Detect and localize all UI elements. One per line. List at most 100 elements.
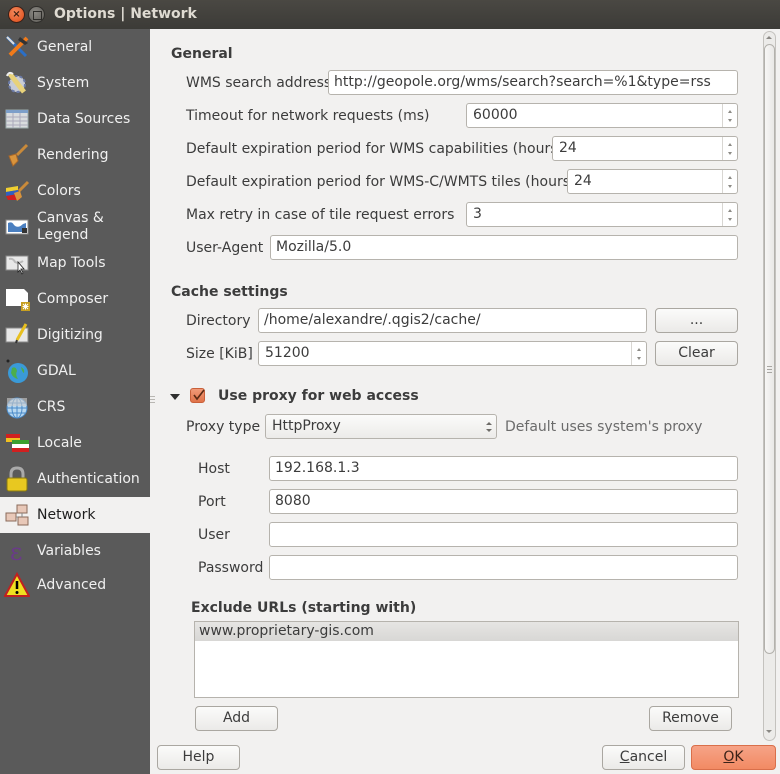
sidebar-item-digitizing[interactable]: Digitizing	[0, 317, 150, 353]
collapse-proxy-icon[interactable]	[170, 394, 180, 400]
proxy-host-input[interactable]: 192.168.1.3	[269, 456, 738, 481]
spin-arrows[interactable]	[722, 104, 737, 127]
network-settings-panel: General WMS search address http://geopol…	[150, 29, 780, 739]
sidebar-item-authentication[interactable]: Authentication	[0, 461, 150, 497]
cancel-button[interactable]: Cancel	[602, 745, 685, 770]
cache-size-spinbox[interactable]: 51200	[258, 341, 647, 366]
proxy-port-label: Port	[198, 494, 226, 510]
wmsc-expiration-spinbox[interactable]: 24	[567, 169, 738, 194]
max-retry-label: Max retry in case of tile request errors	[186, 207, 455, 223]
max-retry-spinbox[interactable]: 3	[466, 202, 738, 227]
maximize-window-button[interactable]	[28, 6, 45, 23]
network-icon	[4, 502, 30, 528]
exclude-urls-list[interactable]: www.proprietary-gis.com	[194, 621, 739, 698]
add-url-button[interactable]: Add	[195, 706, 278, 731]
svg-text:ε: ε	[10, 538, 22, 564]
sidebar-item-gdal[interactable]: GDAL	[0, 353, 150, 389]
crs-globe-icon	[4, 394, 30, 420]
user-agent-input[interactable]: Mozilla/5.0	[270, 235, 738, 260]
hammer-screwdriver-icon	[4, 34, 30, 60]
wms-search-input[interactable]: http://geopole.org/wms/search?search=%1&…	[328, 70, 738, 95]
user-agent-label: User-Agent	[186, 240, 264, 256]
sidebar-item-label: Colors	[37, 182, 81, 199]
sidebar-item-label: GDAL	[37, 362, 76, 379]
browse-directory-button[interactable]: ...	[655, 308, 738, 333]
sidebar-item-composer[interactable]: Composer	[0, 281, 150, 317]
use-proxy-label[interactable]: Use proxy for web access	[218, 388, 419, 404]
cancel-label-rest: ancel	[629, 749, 668, 765]
wms-cap-expiration-value: 24	[559, 140, 577, 156]
wms-search-label: WMS search address	[186, 75, 332, 91]
sidebar-item-label: Canvas & Legend	[37, 210, 104, 243]
gear-wrench-icon	[4, 70, 30, 96]
sidebar-item-data-sources[interactable]: Data Sources	[0, 101, 150, 137]
wms-cap-expiration-spinbox[interactable]: 24	[552, 136, 738, 161]
proxy-port-input[interactable]: 8080	[269, 489, 738, 514]
sidebar-item-colors[interactable]: Colors	[0, 173, 150, 209]
scrollbar-thumb[interactable]	[764, 44, 775, 654]
cancel-mnemonic: C	[619, 749, 630, 765]
help-button[interactable]: Help	[157, 745, 240, 770]
flags-icon	[4, 430, 30, 456]
map-tools-icon	[4, 250, 30, 276]
use-proxy-checkbox[interactable]	[190, 388, 205, 403]
remove-url-button[interactable]: Remove	[649, 706, 732, 731]
sidebar-item-general[interactable]: General	[0, 29, 150, 65]
sidebar-item-map-tools[interactable]: Map Tools	[0, 245, 150, 281]
proxy-host-label: Host	[198, 461, 230, 477]
cache-directory-input[interactable]: /home/alexandre/.qgis2/cache/	[258, 308, 647, 333]
sidebar-item-label: Rendering	[37, 146, 109, 163]
spin-arrows[interactable]	[722, 137, 737, 160]
sidebar-item-rendering[interactable]: Rendering	[0, 137, 150, 173]
cache-size-label: Size [KiB]	[186, 346, 253, 362]
scroll-grip	[767, 366, 772, 375]
wmsc-expiration-value: 24	[574, 173, 592, 189]
scroll-down-icon[interactable]	[766, 730, 772, 733]
sidebar-item-crs[interactable]: CRS	[0, 389, 150, 425]
wms-cap-expiration-label: Default expiration period for WMS capabi…	[186, 141, 563, 157]
composer-icon	[4, 286, 30, 312]
spin-arrows[interactable]	[722, 170, 737, 193]
ok-button[interactable]: OK	[691, 745, 776, 770]
sidebar-item-advanced[interactable]: Advanced	[0, 567, 150, 603]
close-window-button[interactable]: ×	[8, 6, 25, 23]
updown-arrow-icon	[486, 421, 492, 433]
proxy-user-input[interactable]	[269, 522, 738, 547]
ok-mnemonic: O	[723, 749, 735, 765]
cache-heading: Cache settings	[171, 284, 288, 300]
warning-icon	[4, 572, 30, 598]
sidebar-item-label: Authentication	[37, 470, 140, 487]
wmsc-expiration-label: Default expiration period for WMS-C/WMTS…	[186, 174, 576, 190]
sidebar-item-canvas-legend[interactable]: Canvas & Legend	[0, 209, 150, 245]
color-brush-icon	[4, 178, 30, 204]
sidebar-item-label: Network	[37, 506, 96, 523]
spin-arrows[interactable]	[631, 342, 646, 365]
cache-size-value: 51200	[265, 345, 310, 361]
max-retry-value: 3	[473, 206, 482, 222]
list-item[interactable]: www.proprietary-gis.com	[195, 622, 738, 641]
sidebar-item-label: Data Sources	[37, 110, 131, 127]
timeout-label: Timeout for network requests (ms)	[186, 108, 430, 124]
title-bar: × Options | Network	[0, 0, 780, 29]
checkmark-icon	[193, 389, 205, 401]
spin-arrows[interactable]	[722, 203, 737, 226]
sidebar-item-label: Composer	[37, 290, 109, 307]
cache-directory-label: Directory	[186, 313, 251, 329]
lock-icon	[4, 466, 30, 492]
timeout-spinbox[interactable]: 60000	[466, 103, 738, 128]
sidebar-item-variables[interactable]: ε Variables	[0, 533, 150, 569]
sidebar-item-label: General	[37, 38, 93, 55]
proxy-password-input[interactable]	[269, 555, 738, 580]
proxy-type-label: Proxy type	[186, 419, 261, 435]
proxy-type-value: HttpProxy	[272, 418, 341, 434]
clear-cache-button[interactable]: Clear	[655, 341, 738, 366]
sidebar-item-network[interactable]: Network	[0, 497, 150, 533]
sidebar-item-label: Locale	[37, 434, 82, 451]
sidebar-item-label: Digitizing	[37, 326, 103, 343]
sidebar-item-system[interactable]: System	[0, 65, 150, 101]
proxy-user-label: User	[198, 527, 230, 543]
sidebar-item-locale[interactable]: Locale	[0, 425, 150, 461]
proxy-type-select[interactable]: HttpProxy	[265, 414, 497, 439]
general-heading: General	[171, 46, 233, 62]
scroll-up-icon[interactable]	[766, 36, 772, 39]
